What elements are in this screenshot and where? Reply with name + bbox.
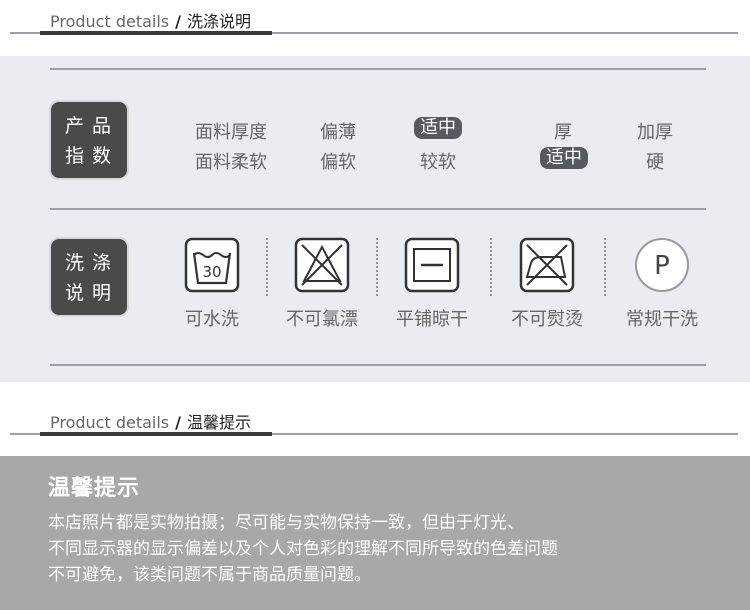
option-thin: 偏薄 (320, 122, 356, 143)
title-english: Product details (50, 413, 170, 432)
care-label: 平铺晾干 (396, 309, 468, 330)
section-header-notice: Product details / 温馨提示 (0, 401, 750, 441)
option-hard: 硬 (646, 152, 664, 173)
option-thick: 厚 (554, 122, 572, 143)
flat-dry-icon (404, 237, 460, 293)
divider (50, 68, 706, 70)
option-medium-selected: 适中 (540, 147, 588, 169)
option-medium-selected: 适中 (414, 117, 462, 139)
dry-clean-p-icon: P (635, 238, 689, 292)
dry-clean-letter: P (654, 251, 670, 281)
page: Product details / 洗涤说明 产品 指数 面料厚度 偏薄 适中 厚 … (0, 0, 750, 610)
title-chinese: 温馨提示 (186, 413, 251, 432)
header-rule-accent (40, 432, 272, 436)
care-label: 可水洗 (185, 309, 239, 330)
badge-line: 产品 (64, 115, 119, 137)
wash-instructions-badge: 洗涤 说明 (49, 237, 129, 317)
title-separator: / (175, 12, 181, 31)
care-label: 不可熨烫 (511, 309, 583, 330)
section-header-wash: Product details / 洗涤说明 (0, 0, 750, 40)
care-item-dry-clean: P 常规干洗 (607, 237, 717, 331)
option-fairly-soft: 较软 (420, 152, 456, 173)
notice-line: 不可避免，该类问题不属于商品质量问题。 (48, 565, 371, 585)
dotted-divider (604, 238, 606, 296)
care-item-no-iron: 不可熨烫 (492, 237, 602, 331)
notice-title: 温馨提示 (48, 476, 141, 501)
row-label-softness: 面料柔软 (195, 152, 267, 173)
title-separator: / (175, 413, 181, 432)
care-label: 不可氯漂 (286, 309, 358, 330)
badge-line: 指数 (64, 145, 119, 167)
divider (50, 208, 706, 210)
care-item-flat-dry: 平铺晾干 (377, 237, 487, 331)
care-item-wash: 30 可水洗 (157, 237, 267, 331)
no-iron-icon (519, 237, 575, 293)
header-rule-accent (40, 31, 272, 35)
product-index-badge: 产品 指数 (49, 100, 129, 180)
title-english: Product details (50, 12, 170, 31)
title-chinese: 洗涤说明 (186, 12, 251, 31)
care-label: 常规干洗 (626, 309, 698, 330)
notice-panel: 温馨提示 本店照片都是实物拍摄；尽可能与实物保持一致，但由于灯光、 不同显示器的… (0, 456, 750, 610)
notice-line: 本店照片都是实物拍摄；尽可能与实物保持一致，但由于灯光、 (48, 513, 524, 533)
badge-line: 说明 (64, 282, 119, 304)
care-item-no-bleach: 不可氯漂 (267, 237, 377, 331)
option-soft: 偏软 (320, 152, 356, 173)
wash-30-icon: 30 (184, 237, 240, 293)
wash-temperature: 30 (202, 263, 221, 281)
badge-line: 洗涤 (64, 252, 119, 274)
no-bleach-icon (294, 237, 350, 293)
option-extra-thick: 加厚 (637, 122, 673, 143)
section-title: Product details / 温馨提示 (50, 409, 251, 433)
notice-line: 不同显示器的显示偏差以及个人对色彩的理解不同所导致的色差问题 (48, 539, 558, 559)
row-label-thickness: 面料厚度 (195, 122, 267, 143)
section-title: Product details / 洗涤说明 (50, 8, 251, 32)
divider (50, 364, 706, 366)
